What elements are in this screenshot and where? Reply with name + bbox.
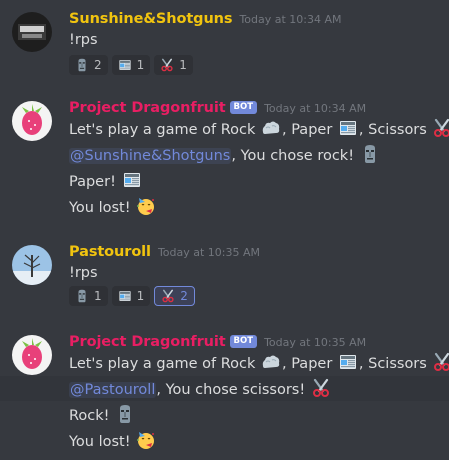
text-segment: , Scissors bbox=[358, 122, 432, 138]
partying-face-icon bbox=[136, 430, 156, 450]
newspaper-icon bbox=[122, 170, 142, 190]
partying-face-icon bbox=[136, 196, 156, 216]
reaction-newspaper[interactable]: 1 bbox=[111, 55, 151, 75]
message-text: @Sunshine&Shotguns, You chose rock! bbox=[69, 144, 381, 166]
text-segment: You lost! bbox=[69, 200, 136, 216]
moai-icon bbox=[115, 404, 135, 424]
username[interactable]: Sunshine&Shotguns bbox=[69, 11, 233, 27]
timestamp: Today at 10:34 AM bbox=[239, 13, 342, 26]
user-mention[interactable]: @Sunshine&Shotguns bbox=[69, 148, 232, 164]
text-segment: , You chose scissors! bbox=[156, 382, 310, 398]
user-mention[interactable]: @Pastouroll bbox=[69, 382, 157, 398]
newspaper-icon bbox=[338, 352, 358, 372]
newspaper-icon bbox=[338, 118, 358, 138]
timestamp: Today at 10:35 AM bbox=[157, 246, 261, 259]
reactions-bar: 2 1 1 bbox=[69, 55, 193, 75]
bot-tag: BOT bbox=[229, 335, 258, 348]
reaction-moai[interactable]: 1 bbox=[69, 286, 108, 306]
moai-icon bbox=[75, 58, 89, 72]
reaction-scissors[interactable]: 1 bbox=[154, 55, 193, 75]
username[interactable]: Project Dragonfruit bbox=[69, 334, 226, 350]
reaction-count: 2 bbox=[180, 289, 188, 303]
message-text: @Pastouroll, You chose scissors! bbox=[69, 378, 332, 400]
moai-icon bbox=[360, 144, 380, 164]
avatar[interactable] bbox=[12, 335, 52, 375]
message-text: Paper! bbox=[69, 170, 143, 192]
message-text: Let's play a game of Rock , Paper , Scis… bbox=[69, 118, 449, 140]
text-segment: Let's play a game of Rock bbox=[69, 356, 260, 372]
message-header: Project Dragonfruit BOT Today at 10:34 AM bbox=[69, 97, 366, 117]
message-text: Let's play a game of Rock , Paper , Scis… bbox=[69, 352, 449, 374]
text-segment: Rock! bbox=[69, 408, 115, 424]
message-header: Pastouroll Today at 10:35 AM bbox=[69, 241, 260, 261]
text-segment: , Paper bbox=[282, 122, 337, 138]
scissors-icon bbox=[432, 118, 449, 138]
scissors-icon bbox=[432, 352, 449, 372]
reactions-bar: 1 1 2 bbox=[69, 286, 195, 306]
rock-icon bbox=[261, 352, 281, 372]
avatar[interactable] bbox=[12, 12, 52, 52]
text-segment: You lost! bbox=[69, 434, 136, 450]
newspaper-icon bbox=[118, 289, 132, 303]
message-text: !rps bbox=[69, 265, 98, 281]
username[interactable]: Project Dragonfruit bbox=[69, 100, 226, 116]
timestamp: Today at 10:35 AM bbox=[264, 336, 367, 349]
username[interactable]: Pastouroll bbox=[69, 244, 151, 260]
message-text: You lost! bbox=[69, 430, 157, 452]
text-segment: , Paper bbox=[282, 356, 337, 372]
text-segment: , You chose rock! bbox=[231, 148, 359, 164]
reaction-moai[interactable]: 2 bbox=[69, 55, 108, 75]
message-text: !rps bbox=[69, 32, 98, 48]
reaction-count: 1 bbox=[94, 289, 102, 303]
moai-icon bbox=[75, 289, 89, 303]
reaction-newspaper[interactable]: 1 bbox=[111, 286, 151, 306]
bot-tag: BOT bbox=[229, 101, 258, 114]
scissors-icon bbox=[161, 289, 175, 303]
reaction-count: 1 bbox=[136, 58, 145, 72]
scissors-icon bbox=[160, 58, 174, 72]
message-text: Rock! bbox=[69, 404, 136, 426]
avatar[interactable] bbox=[12, 245, 52, 285]
text-segment: , Scissors bbox=[358, 356, 432, 372]
reaction-scissors[interactable]: 2 bbox=[154, 286, 195, 306]
message-header: Sunshine&Shotguns Today at 10:34 AM bbox=[69, 8, 342, 28]
avatar[interactable] bbox=[12, 101, 52, 141]
scissors-icon bbox=[311, 378, 331, 398]
reaction-count: 2 bbox=[94, 58, 102, 72]
newspaper-icon bbox=[118, 58, 132, 72]
timestamp: Today at 10:34 AM bbox=[264, 102, 367, 115]
message-text: You lost! bbox=[69, 196, 157, 218]
message-header: Project Dragonfruit BOT Today at 10:35 AM bbox=[69, 331, 366, 351]
text-segment: Let's play a game of Rock bbox=[69, 122, 260, 138]
reaction-count: 1 bbox=[179, 58, 187, 72]
rock-icon bbox=[261, 118, 281, 138]
reaction-count: 1 bbox=[136, 289, 145, 303]
text-segment: Paper! bbox=[69, 174, 121, 190]
